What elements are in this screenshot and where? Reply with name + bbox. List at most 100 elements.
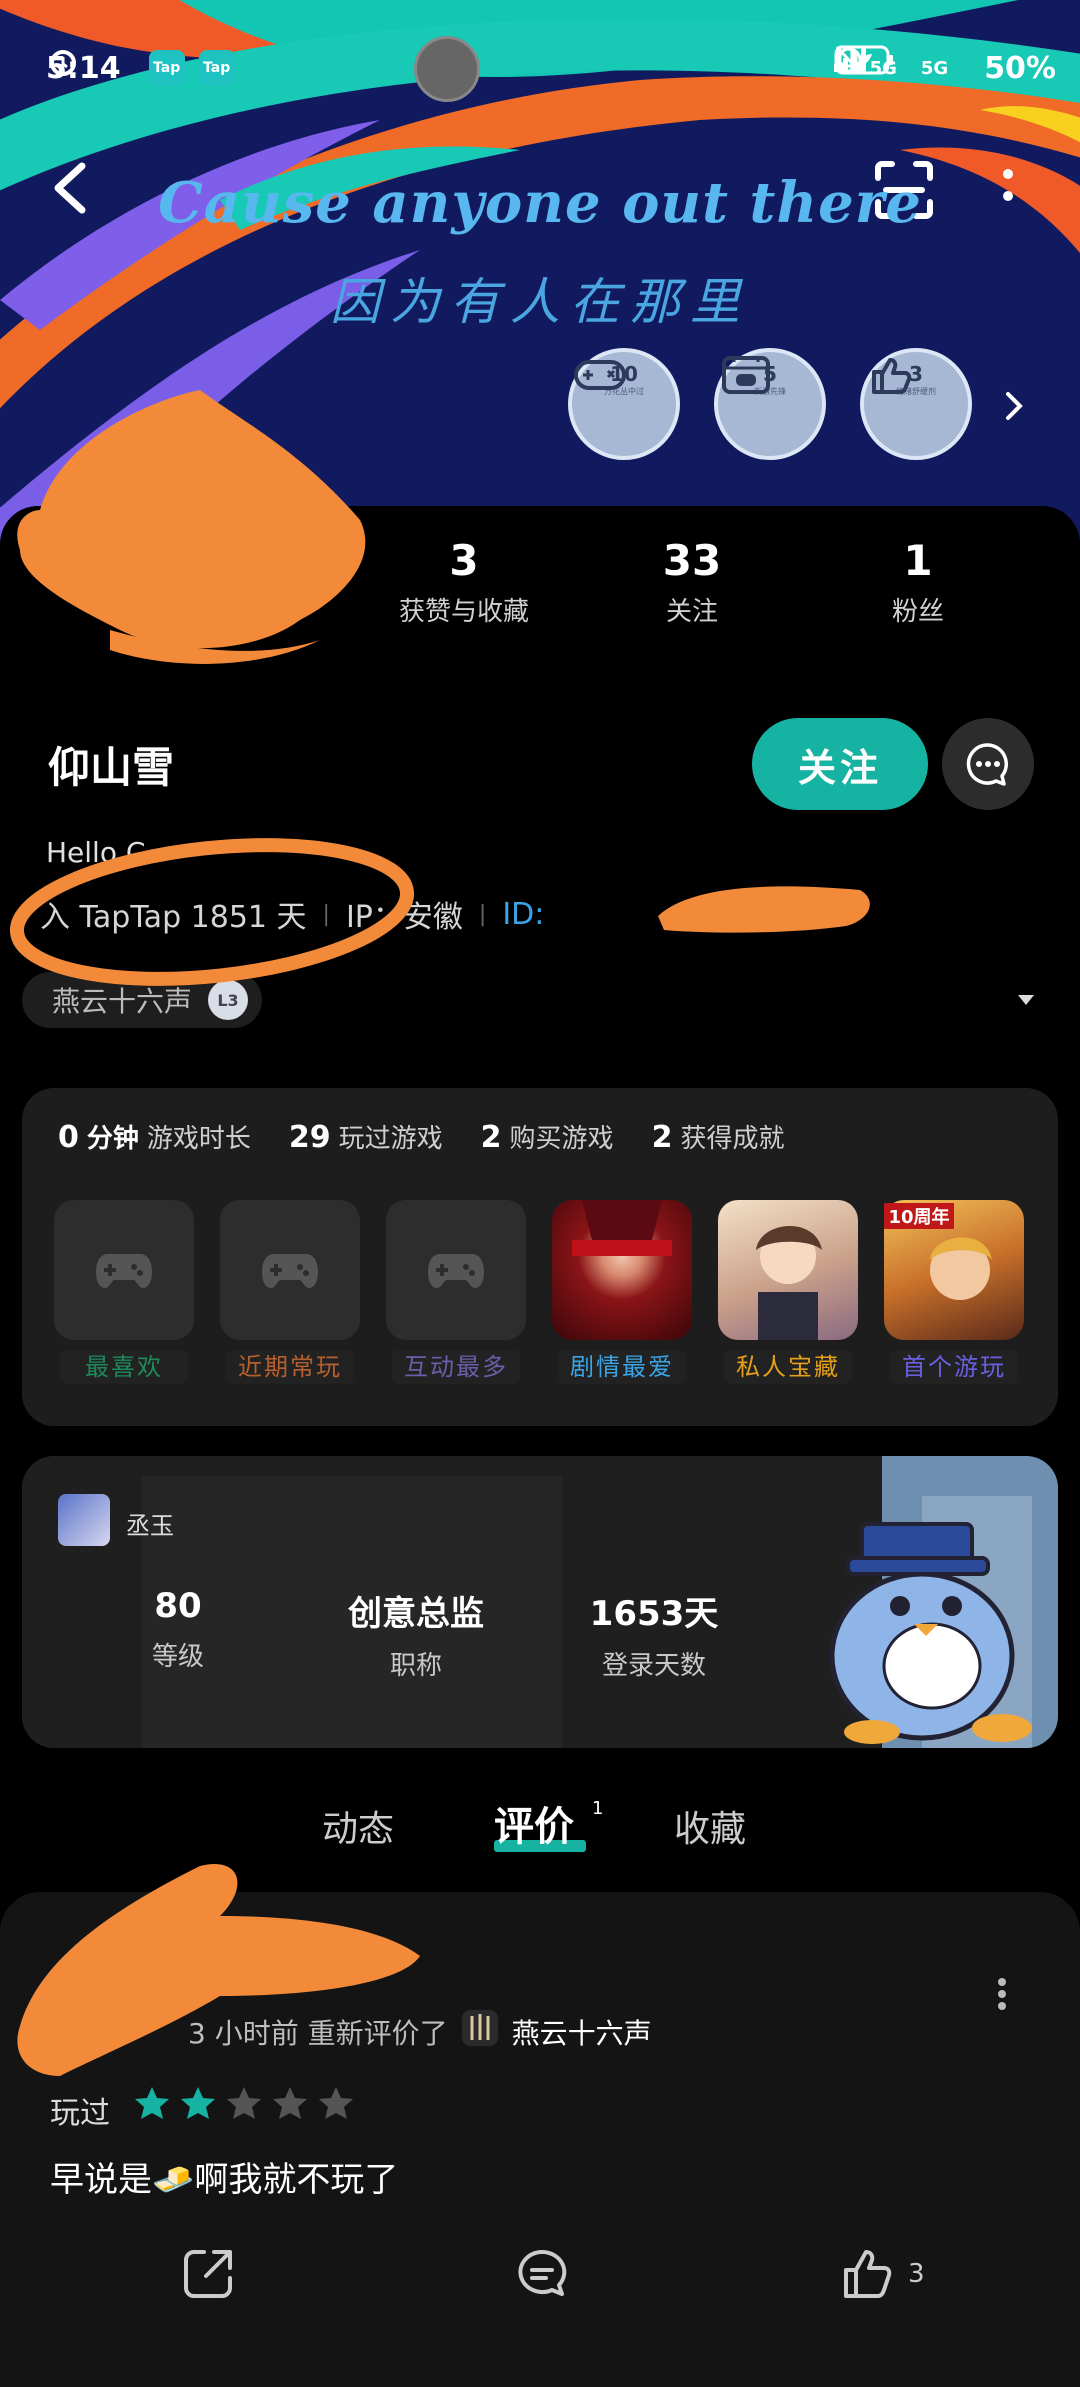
game-slot-first[interactable]: 10周年 首个游玩	[884, 1200, 1024, 1384]
game-cover-image: 10周年	[884, 1200, 1024, 1340]
achievement-medal-1[interactable]: 10 万花丛中过	[568, 348, 680, 460]
gamepad-icon	[428, 1254, 484, 1288]
stat-following[interactable]: 33 关注	[592, 536, 792, 628]
chat-bubble-icon	[966, 743, 1009, 786]
empty-slot	[220, 1200, 360, 1340]
stat-played-games[interactable]: 29 玩过游戏	[289, 1118, 443, 1155]
tab-posts[interactable]: 动态	[322, 1800, 394, 1852]
game-slot-recent[interactable]: 近期常玩	[220, 1200, 360, 1384]
status-avatar	[414, 36, 480, 102]
stat-followers[interactable]: 1 粉丝	[818, 536, 1018, 628]
slot-tag: 首个游玩	[890, 1350, 1018, 1384]
divider: |	[478, 901, 487, 927]
stat-value: 29	[288, 1120, 331, 1155]
game-level-card[interactable]: 丞玉 80 等级 创意总监 职称 1653天 登录天数	[22, 1456, 1058, 1748]
game-stats-row: 0 分钟 游戏时长 29 玩过游戏 2 购买游戏 2 获得成就	[58, 1118, 784, 1155]
stat-label: 职称	[389, 1651, 442, 1681]
message-button[interactable]	[942, 718, 1034, 810]
reviews-count-badge: 1	[592, 1798, 604, 1819]
empty-slot	[386, 1200, 526, 1340]
character-avatar	[58, 1494, 110, 1546]
medals-more-button[interactable]	[1000, 386, 1028, 426]
game-cover-image	[552, 1200, 692, 1340]
redaction-scribble	[17, 390, 366, 664]
game-slot-story[interactable]: 剧情最爱	[552, 1200, 692, 1384]
stat-unit: 分钟	[86, 1124, 139, 1154]
game-slot-interaction[interactable]: 互动最多	[386, 1200, 526, 1384]
title-stat: 创意总监 职称	[306, 1586, 526, 1682]
achievement-medal-2[interactable]: 5 新游先锋	[714, 348, 826, 460]
gamepad-icon	[574, 360, 626, 390]
stat-label: 关注	[665, 597, 718, 627]
slot-tag: 互动最多	[392, 1350, 520, 1384]
more-vertical-icon	[998, 1978, 1006, 2010]
highlight-circle	[9, 838, 415, 986]
comment-button[interactable]	[512, 2246, 572, 2302]
stat-playtime[interactable]: 0 分钟 游戏时长	[58, 1118, 251, 1155]
taptap-notification-icon: Tap	[148, 50, 185, 86]
empty-slot	[54, 1200, 194, 1340]
stat-value: 80	[154, 1586, 202, 1626]
thumbs-up-icon	[844, 2250, 892, 2298]
star-empty-icon	[273, 2087, 307, 2119]
stat-label: 获得成就	[680, 1124, 785, 1154]
character-name: 丞玉	[126, 1512, 174, 1540]
chevron-right-icon	[1006, 392, 1023, 420]
played-label: 玩过	[50, 2096, 110, 2131]
star-filled-icon	[181, 2087, 215, 2119]
stat-label: 粉丝	[891, 597, 944, 627]
like-button[interactable]: 3	[838, 2246, 925, 2302]
game-slot-treasure[interactable]: 私人宝藏	[718, 1200, 858, 1384]
stat-value: 1653天	[589, 1594, 719, 1634]
game-cover-image	[718, 1200, 858, 1340]
share-icon	[184, 2250, 232, 2298]
reviewed-game-name[interactable]: 燕云十六声	[512, 2012, 652, 2052]
banner-quote-chinese: 因为有人在那里	[330, 273, 750, 331]
game-stats-card: 0 分钟 游戏时长 29 玩过游戏 2 购买游戏 2 获得成就 最喜欢 近期常玩 互动最多…	[22, 1088, 1058, 1426]
stat-value: 2	[651, 1120, 673, 1155]
achievement-medal-3[interactable]: 3 情绪舒缓剂	[860, 348, 972, 460]
tab-favorites[interactable]: 收藏	[674, 1800, 746, 1852]
gamepad-icon	[96, 1254, 152, 1288]
stat-achievements[interactable]: 2 获得成就	[652, 1118, 785, 1155]
stat-value: 0	[58, 1120, 79, 1155]
stat-value: 2	[480, 1120, 502, 1155]
stat-value: 1	[903, 536, 933, 585]
user-id[interactable]: ID:	[502, 897, 544, 932]
star-empty-icon	[319, 2087, 353, 2119]
stat-label: 玩过游戏	[338, 1124, 443, 1154]
anniversary-badge: 10周年	[884, 1203, 954, 1229]
thumbs-up-icon	[872, 358, 912, 394]
review-text: 早说是🧈啊我就不玩了	[50, 2160, 399, 2200]
star-filled-icon	[135, 2087, 169, 2119]
banner-quote-english: Cause anyone out there	[158, 170, 922, 236]
star-empty-icon	[227, 2087, 261, 2119]
slot-tag: 最喜欢	[60, 1350, 188, 1384]
share-button[interactable]	[180, 2246, 236, 2302]
stat-label: 游戏时长	[146, 1124, 251, 1154]
expand-profile-button[interactable]	[1016, 992, 1036, 1006]
tab-reviews[interactable]: 评价	[494, 1794, 574, 1852]
level-stat: 80 等级	[68, 1586, 288, 1673]
network-label-2: 5G	[920, 57, 949, 79]
redaction-scribble	[658, 886, 870, 933]
stat-label: 购买游戏	[509, 1124, 614, 1154]
comment-icon	[518, 2249, 567, 2296]
mascot-illustration	[829, 1522, 1032, 1744]
game-icon	[461, 2010, 498, 2053]
follow-button[interactable]: 关注	[752, 718, 928, 810]
stat-label: 登录天数	[601, 1651, 706, 1681]
stat-value: 33	[662, 536, 722, 585]
slot-tag: 近期常玩	[226, 1350, 354, 1384]
game-cover-art	[756, 1225, 822, 1340]
status-bar-left: 5:14 Tap Tap	[46, 44, 235, 92]
stat-purchased-games[interactable]: 2 购买游戏	[481, 1118, 614, 1155]
caret-down-icon	[1018, 995, 1034, 1005]
game-cover-art	[572, 1200, 672, 1256]
review-more-button[interactable]	[996, 1976, 1008, 2012]
star-rating	[132, 2084, 356, 2124]
login-days-stat: 1653天 登录天数	[544, 1586, 764, 1682]
review-timestamp: 3 小时前 重新评价了	[188, 2016, 448, 2050]
user-name: 仰山雪	[48, 743, 175, 792]
game-slot-favorite[interactable]: 最喜欢	[54, 1200, 194, 1384]
